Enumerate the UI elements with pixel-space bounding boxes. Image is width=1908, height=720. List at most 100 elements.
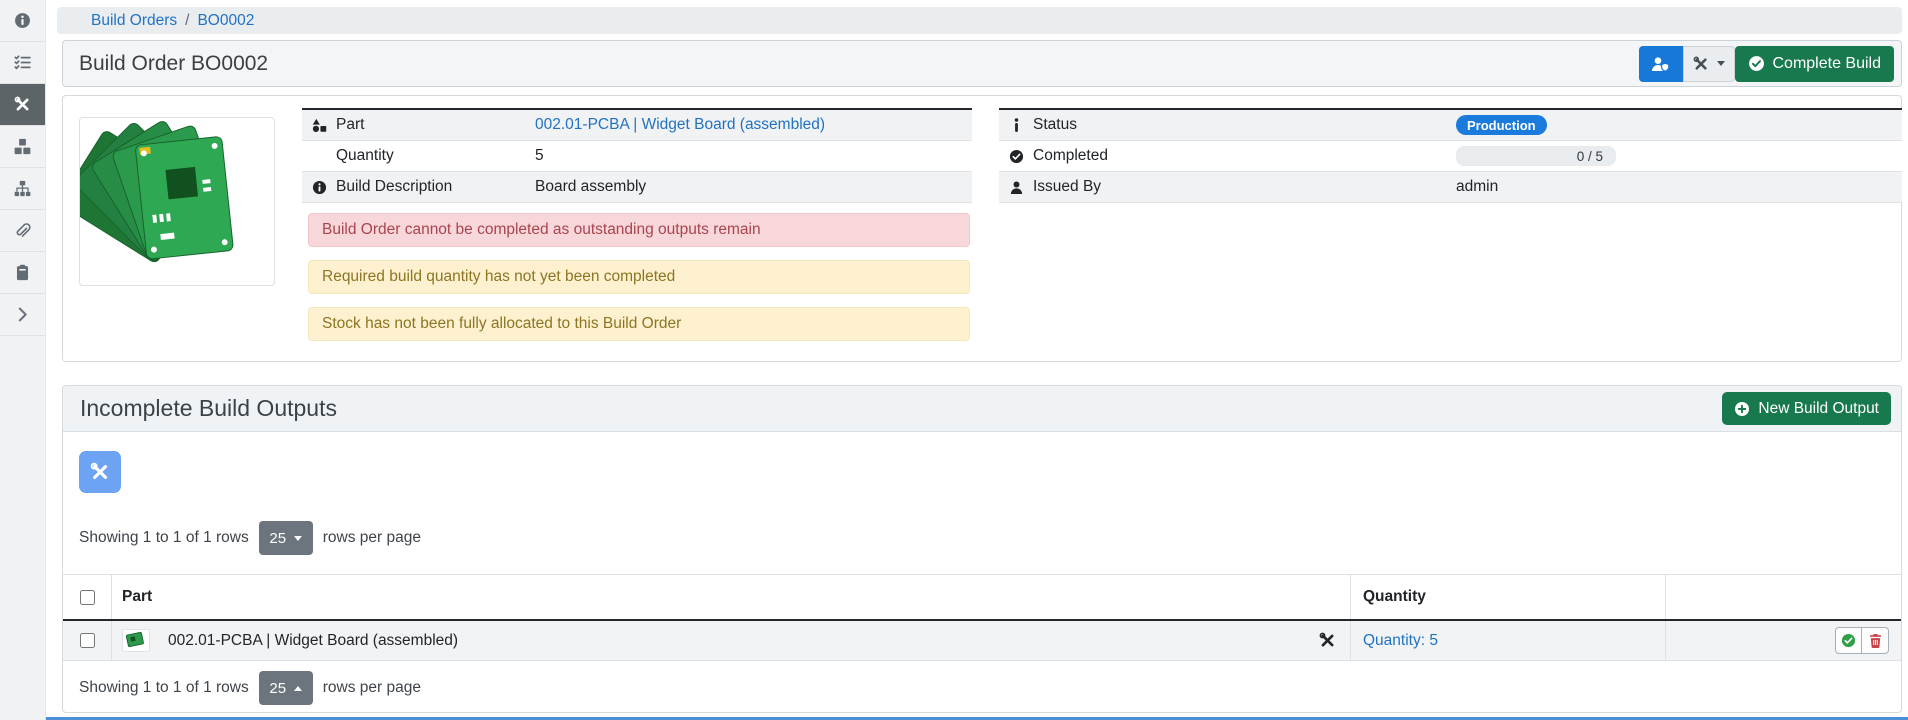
row-actions-cell: [1666, 621, 1901, 660]
breadcrumb-separator: /: [185, 12, 189, 30]
chevron-right-icon: [14, 306, 31, 323]
completed-progress-text: 0 / 5: [1577, 149, 1603, 164]
pagination-top: Showing 1 to 1 of 1 rows 25 rows per pag…: [79, 521, 421, 555]
description-value: Board assembly: [535, 178, 646, 196]
select-all-cell: [63, 575, 112, 619]
table-filters-button[interactable]: [79, 451, 121, 493]
check-circle-icon: [1748, 55, 1765, 72]
info-circle-icon: [14, 12, 31, 29]
sidebar-item-notes[interactable]: [0, 252, 45, 294]
build-details-card: Part 002.01-PCBA | Widget Board (assembl…: [62, 95, 1902, 362]
row-quantity-cell: Quantity: 5: [1351, 621, 1666, 660]
tools-icon: [1319, 632, 1336, 649]
select-all-checkbox[interactable]: [80, 590, 95, 605]
part-row: Part 002.01-PCBA | Widget Board (assembl…: [302, 110, 972, 141]
alert-quantity-incomplete: Required build quantity has not yet been…: [308, 260, 970, 294]
pcb-photo: [80, 118, 272, 283]
caret-down-icon: [294, 536, 302, 541]
issued-by-label: Issued By: [1033, 178, 1456, 196]
row-checkbox[interactable]: [80, 633, 95, 648]
part-link[interactable]: 002.01-PCBA | Widget Board (assembled): [535, 116, 825, 134]
quantity-row: Quantity 5: [302, 141, 972, 172]
clipboard-icon: [14, 264, 31, 281]
incomplete-outputs-card: Incomplete Build Outputs New Build Outpu…: [62, 385, 1902, 713]
completed-progress-bar: 0 / 5: [1456, 146, 1616, 166]
page-title: Build Order BO0002: [79, 52, 268, 76]
build-info-table: Part 002.01-PCBA | Widget Board (assembl…: [302, 108, 972, 203]
outputs-title: Incomplete Build Outputs: [80, 395, 337, 422]
page-header-panel: Build Order BO0002 Complete Build: [62, 40, 1902, 87]
status-label: Status: [1033, 116, 1456, 134]
page-size-dropdown[interactable]: 25: [259, 671, 313, 705]
outputs-table: Part Quantity 002.01-PCBA | Wi: [63, 574, 1901, 661]
breadcrumb-current-link[interactable]: BO0002: [197, 12, 254, 30]
tools-icon: [1693, 56, 1709, 72]
complete-build-button[interactable]: Complete Build: [1735, 46, 1895, 82]
row-part-name: 002.01-PCBA | Widget Board (assembled): [168, 632, 458, 650]
sidebar-item-allocated-stock[interactable]: [0, 126, 45, 168]
sitemap-icon: [14, 180, 31, 197]
issued-by-row: Issued By admin: [999, 172, 1902, 203]
trash-icon: [1868, 633, 1883, 648]
table-row: 002.01-PCBA | Widget Board (assembled) Q…: [63, 621, 1901, 661]
part-column-header[interactable]: Part: [112, 575, 1351, 619]
check-circle-icon: [1841, 633, 1856, 648]
issued-by-value: admin: [1456, 178, 1498, 196]
row-part-cell: 002.01-PCBA | Widget Board (assembled): [112, 621, 1351, 660]
sidebar-item-attachments[interactable]: [0, 210, 45, 252]
part-label: Part: [336, 116, 535, 134]
page-size-dropdown[interactable]: 25: [259, 521, 313, 555]
user-shield-icon: [1651, 56, 1670, 72]
sidebar-item-line-items[interactable]: [0, 42, 45, 84]
caret-down-icon: [1717, 61, 1725, 66]
row-quantity-link[interactable]: Quantity: 5: [1363, 632, 1438, 650]
description-row: Build Description Board assembly: [302, 172, 972, 203]
header-actions: Complete Build: [1639, 46, 1895, 82]
paperclip-icon: [14, 222, 31, 239]
outputs-header: Incomplete Build Outputs New Build Outpu…: [63, 386, 1901, 432]
pagination-showing-text: Showing 1 to 1 of 1 rows: [79, 679, 249, 697]
sidebar-item-child-builds[interactable]: [0, 168, 45, 210]
status-row: Status Production: [999, 110, 1902, 141]
delete-output-button[interactable]: [1862, 627, 1889, 654]
quantity-value: 5: [535, 147, 544, 165]
build-actions-dropdown[interactable]: [1683, 46, 1735, 82]
outputs-table-header: Part Quantity: [63, 574, 1901, 621]
info-icon: [999, 118, 1033, 133]
rows-per-page-text: rows per page: [323, 529, 421, 547]
boxes-icon: [14, 138, 31, 155]
pagination-showing-text: Showing 1 to 1 of 1 rows: [79, 529, 249, 547]
shapes-icon: [302, 118, 336, 133]
caret-up-icon: [294, 686, 302, 691]
quantity-label: Quantity: [336, 147, 535, 165]
new-build-output-button[interactable]: New Build Output: [1722, 392, 1891, 425]
breadcrumb-build-orders-link[interactable]: Build Orders: [91, 12, 177, 30]
build-status-table: Status Production Completed 0 / 5 Issued…: [999, 108, 1902, 203]
check-circle-icon: [999, 149, 1033, 164]
info-circle-icon: [302, 180, 336, 195]
alert-stock-not-allocated: Stock has not been fully allocated to th…: [308, 307, 970, 341]
status-badge: Production: [1456, 115, 1547, 135]
tools-icon: [90, 462, 110, 482]
sidebar-item-build-outputs[interactable]: [0, 84, 45, 126]
quantity-column-header[interactable]: Quantity: [1351, 575, 1666, 619]
icon-sidebar: [0, 0, 46, 720]
actions-column-header: [1666, 575, 1901, 619]
sidebar-expand-toggle[interactable]: [0, 294, 45, 336]
part-thumbnail: [122, 629, 150, 652]
user-icon: [999, 180, 1033, 195]
breadcrumb: Build Orders / BO0002: [57, 7, 1902, 34]
checklist-icon: [14, 54, 31, 71]
row-select-cell: [63, 621, 112, 660]
plus-circle-icon: [1734, 401, 1750, 417]
rows-per-page-text: rows per page: [323, 679, 421, 697]
row-action-group: [1835, 627, 1889, 654]
description-label: Build Description: [336, 178, 535, 196]
completed-row: Completed 0 / 5: [999, 141, 1902, 172]
sidebar-item-details[interactable]: [0, 0, 45, 42]
completed-label: Completed: [1033, 147, 1456, 165]
part-image-thumbnail[interactable]: [79, 117, 275, 286]
complete-output-button[interactable]: [1835, 627, 1862, 654]
admin-view-button[interactable]: [1639, 46, 1683, 82]
tools-icon: [14, 96, 31, 113]
